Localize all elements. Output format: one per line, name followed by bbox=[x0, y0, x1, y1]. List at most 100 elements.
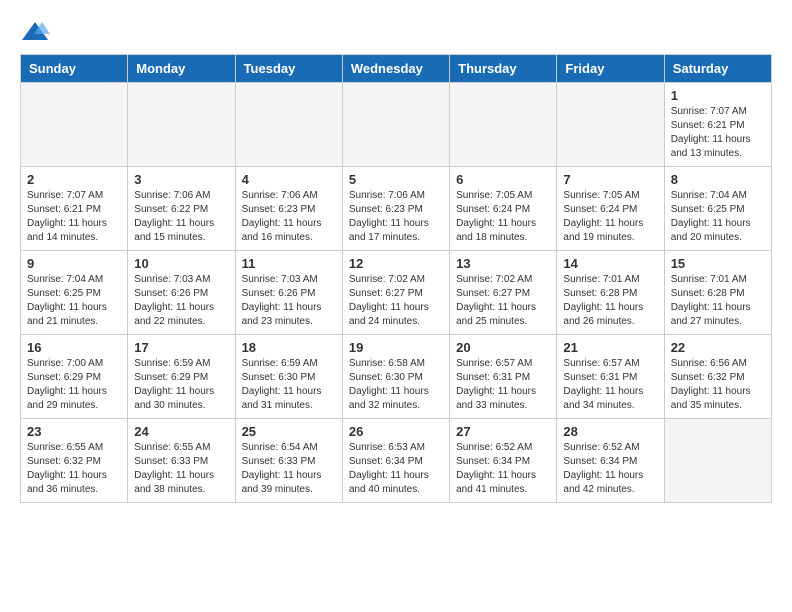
day-number: 23 bbox=[27, 424, 121, 439]
day-number: 11 bbox=[242, 256, 336, 271]
day-number: 22 bbox=[671, 340, 765, 355]
week-row-5: 23 Sunrise: 6:55 AM Sunset: 6:32 PM Dayli… bbox=[21, 419, 772, 503]
calendar-cell: 28 Sunrise: 6:52 AM Sunset: 6:34 PM Dayli… bbox=[557, 419, 664, 503]
calendar-cell: 2 Sunrise: 7:07 AM Sunset: 6:21 PM Daylig… bbox=[21, 167, 128, 251]
calendar-cell: 3 Sunrise: 7:06 AM Sunset: 6:22 PM Daylig… bbox=[128, 167, 235, 251]
day-info: Sunrise: 7:06 AM Sunset: 6:22 PM Dayligh… bbox=[134, 189, 228, 245]
week-row-1: 1 Sunrise: 7:07 AM Sunset: 6:21 PM Daylig… bbox=[21, 83, 772, 167]
day-number: 25 bbox=[242, 424, 336, 439]
calendar-cell: 9 Sunrise: 7:04 AM Sunset: 6:25 PM Daylig… bbox=[21, 251, 128, 335]
day-number: 8 bbox=[671, 172, 765, 187]
calendar-cell: 11 Sunrise: 7:03 AM Sunset: 6:26 PM Dayli… bbox=[235, 251, 342, 335]
calendar-cell: 17 Sunrise: 6:59 AM Sunset: 6:29 PM Dayli… bbox=[128, 335, 235, 419]
day-info: Sunrise: 7:02 AM Sunset: 6:27 PM Dayligh… bbox=[456, 273, 550, 329]
day-number: 7 bbox=[563, 172, 657, 187]
day-info: Sunrise: 6:52 AM Sunset: 6:34 PM Dayligh… bbox=[456, 441, 550, 497]
calendar-cell: 13 Sunrise: 7:02 AM Sunset: 6:27 PM Dayli… bbox=[450, 251, 557, 335]
day-info: Sunrise: 6:59 AM Sunset: 6:30 PM Dayligh… bbox=[242, 357, 336, 413]
calendar-cell: 4 Sunrise: 7:06 AM Sunset: 6:23 PM Daylig… bbox=[235, 167, 342, 251]
day-info: Sunrise: 7:04 AM Sunset: 6:25 PM Dayligh… bbox=[27, 273, 121, 329]
day-number: 6 bbox=[456, 172, 550, 187]
calendar-cell: 23 Sunrise: 6:55 AM Sunset: 6:32 PM Dayli… bbox=[21, 419, 128, 503]
calendar-cell: 24 Sunrise: 6:55 AM Sunset: 6:33 PM Dayli… bbox=[128, 419, 235, 503]
week-row-3: 9 Sunrise: 7:04 AM Sunset: 6:25 PM Daylig… bbox=[21, 251, 772, 335]
day-number: 16 bbox=[27, 340, 121, 355]
day-info: Sunrise: 6:54 AM Sunset: 6:33 PM Dayligh… bbox=[242, 441, 336, 497]
calendar-cell: 16 Sunrise: 7:00 AM Sunset: 6:29 PM Dayli… bbox=[21, 335, 128, 419]
day-header-friday: Friday bbox=[557, 55, 664, 83]
day-number: 15 bbox=[671, 256, 765, 271]
day-header-sunday: Sunday bbox=[21, 55, 128, 83]
calendar-cell: 14 Sunrise: 7:01 AM Sunset: 6:28 PM Dayli… bbox=[557, 251, 664, 335]
day-number: 9 bbox=[27, 256, 121, 271]
day-header-monday: Monday bbox=[128, 55, 235, 83]
day-number: 27 bbox=[456, 424, 550, 439]
calendar-cell: 12 Sunrise: 7:02 AM Sunset: 6:27 PM Dayli… bbox=[342, 251, 449, 335]
calendar-cell bbox=[235, 83, 342, 167]
day-info: Sunrise: 6:55 AM Sunset: 6:32 PM Dayligh… bbox=[27, 441, 121, 497]
day-info: Sunrise: 6:57 AM Sunset: 6:31 PM Dayligh… bbox=[456, 357, 550, 413]
calendar-cell: 1 Sunrise: 7:07 AM Sunset: 6:21 PM Daylig… bbox=[664, 83, 771, 167]
week-row-4: 16 Sunrise: 7:00 AM Sunset: 6:29 PM Dayli… bbox=[21, 335, 772, 419]
day-info: Sunrise: 7:05 AM Sunset: 6:24 PM Dayligh… bbox=[563, 189, 657, 245]
day-info: Sunrise: 7:01 AM Sunset: 6:28 PM Dayligh… bbox=[563, 273, 657, 329]
day-info: Sunrise: 7:02 AM Sunset: 6:27 PM Dayligh… bbox=[349, 273, 443, 329]
day-number: 17 bbox=[134, 340, 228, 355]
day-number: 19 bbox=[349, 340, 443, 355]
calendar-cell: 6Sunrise: 7:05 AM Sunset: 6:24 PM Daylig… bbox=[450, 167, 557, 251]
day-number: 12 bbox=[349, 256, 443, 271]
calendar-cell: 7 Sunrise: 7:05 AM Sunset: 6:24 PM Daylig… bbox=[557, 167, 664, 251]
day-number: 20 bbox=[456, 340, 550, 355]
day-info: Sunrise: 7:01 AM Sunset: 6:28 PM Dayligh… bbox=[671, 273, 765, 329]
logo bbox=[20, 20, 54, 44]
day-header-thursday: Thursday bbox=[450, 55, 557, 83]
calendar-cell: 5Sunrise: 7:06 AM Sunset: 6:23 PM Daylig… bbox=[342, 167, 449, 251]
calendar-cell bbox=[664, 419, 771, 503]
day-info: Sunrise: 7:07 AM Sunset: 6:21 PM Dayligh… bbox=[671, 105, 765, 161]
day-info: Sunrise: 6:52 AM Sunset: 6:34 PM Dayligh… bbox=[563, 441, 657, 497]
day-info: Sunrise: 7:03 AM Sunset: 6:26 PM Dayligh… bbox=[242, 273, 336, 329]
day-info: Sunrise: 6:56 AM Sunset: 6:32 PM Dayligh… bbox=[671, 357, 765, 413]
day-header-wednesday: Wednesday bbox=[342, 55, 449, 83]
day-info: Sunrise: 7:03 AM Sunset: 6:26 PM Dayligh… bbox=[134, 273, 228, 329]
day-info: Sunrise: 7:00 AM Sunset: 6:29 PM Dayligh… bbox=[27, 357, 121, 413]
day-info: Sunrise: 6:58 AM Sunset: 6:30 PM Dayligh… bbox=[349, 357, 443, 413]
week-row-2: 2 Sunrise: 7:07 AM Sunset: 6:21 PM Daylig… bbox=[21, 167, 772, 251]
calendar-cell: 27 Sunrise: 6:52 AM Sunset: 6:34 PM Dayli… bbox=[450, 419, 557, 503]
day-number: 26 bbox=[349, 424, 443, 439]
calendar-cell: 10 Sunrise: 7:03 AM Sunset: 6:26 PM Dayli… bbox=[128, 251, 235, 335]
day-info: Sunrise: 7:06 AM Sunset: 6:23 PM Dayligh… bbox=[242, 189, 336, 245]
calendar-cell: 18 Sunrise: 6:59 AM Sunset: 6:30 PM Dayli… bbox=[235, 335, 342, 419]
day-number: 3 bbox=[134, 172, 228, 187]
day-info: Sunrise: 6:57 AM Sunset: 6:31 PM Dayligh… bbox=[563, 357, 657, 413]
calendar-cell: 26 Sunrise: 6:53 AM Sunset: 6:34 PM Dayli… bbox=[342, 419, 449, 503]
calendar-cell: 22 Sunrise: 6:56 AM Sunset: 6:32 PM Dayli… bbox=[664, 335, 771, 419]
calendar-cell: 19 Sunrise: 6:58 AM Sunset: 6:30 PM Dayli… bbox=[342, 335, 449, 419]
day-number: 10 bbox=[134, 256, 228, 271]
logo-icon bbox=[20, 20, 50, 44]
day-info: Sunrise: 7:07 AM Sunset: 6:21 PM Dayligh… bbox=[27, 189, 121, 245]
day-number: 13 bbox=[456, 256, 550, 271]
calendar-cell: 15 Sunrise: 7:01 AM Sunset: 6:28 PM Dayli… bbox=[664, 251, 771, 335]
day-header-tuesday: Tuesday bbox=[235, 55, 342, 83]
day-number: 18 bbox=[242, 340, 336, 355]
day-number: 1 bbox=[671, 88, 765, 103]
day-info: Sunrise: 6:55 AM Sunset: 6:33 PM Dayligh… bbox=[134, 441, 228, 497]
calendar-cell bbox=[342, 83, 449, 167]
day-info: Sunrise: 7:04 AM Sunset: 6:25 PM Dayligh… bbox=[671, 189, 765, 245]
day-number: 5 bbox=[349, 172, 443, 187]
day-header-saturday: Saturday bbox=[664, 55, 771, 83]
calendar-cell bbox=[21, 83, 128, 167]
day-number: 4 bbox=[242, 172, 336, 187]
day-number: 28 bbox=[563, 424, 657, 439]
day-info: Sunrise: 6:53 AM Sunset: 6:34 PM Dayligh… bbox=[349, 441, 443, 497]
day-number: 2 bbox=[27, 172, 121, 187]
calendar-cell: 8 Sunrise: 7:04 AM Sunset: 6:25 PM Daylig… bbox=[664, 167, 771, 251]
day-number: 14 bbox=[563, 256, 657, 271]
calendar-cell bbox=[557, 83, 664, 167]
calendar-cell bbox=[450, 83, 557, 167]
calendar-cell: 20 Sunrise: 6:57 AM Sunset: 6:31 PM Dayli… bbox=[450, 335, 557, 419]
day-number: 24 bbox=[134, 424, 228, 439]
day-info: Sunrise: 6:59 AM Sunset: 6:29 PM Dayligh… bbox=[134, 357, 228, 413]
calendar-cell bbox=[128, 83, 235, 167]
